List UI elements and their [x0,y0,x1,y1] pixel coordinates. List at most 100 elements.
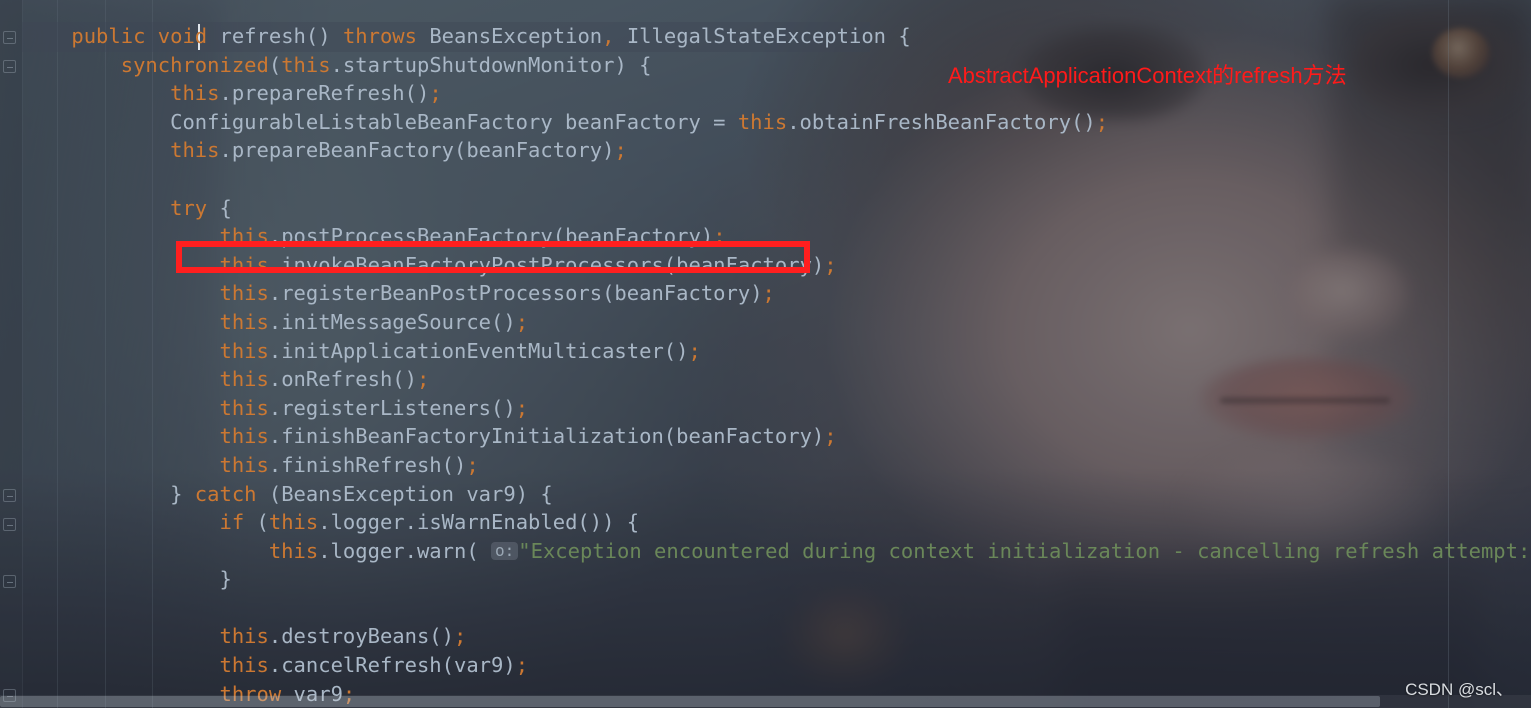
code-line[interactable]: } catch (BeansException var9) { [0,480,1531,509]
annotation-text: AbstractApplicationContext的refresh方法 [948,63,1347,88]
code-token: this [281,52,331,77]
code-line[interactable]: this.cancelRefresh(var9); [0,651,1531,680]
code-token: this [219,452,269,477]
code-token: BeansException [417,24,603,48]
code-token: this [219,309,269,334]
code-token: .registerBeanPostProcessors(beanFactory) [268,281,763,306]
code-token: this [219,624,269,649]
code-line[interactable]: this.initApplicationEventMulticaster(); [0,337,1531,366]
code-token: ; [1095,109,1109,134]
code-line[interactable]: this.postProcessBeanFactory(beanFactory)… [0,222,1531,251]
code-line[interactable]: this.registerBeanPostProcessors(beanFact… [0,279,1531,308]
code-line[interactable] [0,594,1531,623]
code-token: .initMessageSource() [268,309,516,334]
code-token: this [219,281,269,306]
code-token: this [170,138,220,163]
code-token: ; [429,81,442,106]
code-token: ConfigurableListableBeanFactory beanFact… [170,109,738,134]
code-token: .initApplicationEventMulticaster() [268,338,689,363]
code-token: .finishRefresh() [268,452,467,477]
code-token: } [170,481,195,506]
code-token: this [219,338,269,363]
code-token: .prepareRefresh() [219,81,430,106]
code-token: ; [416,367,430,392]
code-token: this [219,252,269,277]
code-token: "Exception encountered during context in… [518,538,1531,563]
code-token: , [602,24,615,48]
code-token: .destroyBeans() [268,624,454,649]
code-token: .postProcessBeanFactory(beanFactory) [268,224,714,249]
code-line[interactable]: this.logger.warn( o: "Exception encounter… [0,537,1531,566]
code-token: .startupShutdownMonitor) { [330,52,652,77]
code-line[interactable]: this.finishBeanFactoryInitialization(bea… [0,422,1531,451]
inlay-parameter-hint: o: [491,541,519,560]
code-token: .onRefresh() [268,367,417,392]
code-line[interactable]: this.finishRefresh(); [0,451,1531,480]
code-token: ; [824,424,837,449]
editor-surface[interactable]: public void refresh() throws BeansExcept… [0,0,1531,708]
code-token: .obtainFreshBeanFactory() [787,109,1096,134]
code-token: } [219,567,232,592]
code-token: ( [268,52,282,77]
code-token: .finishBeanFactoryInitialization(beanFac… [268,424,825,449]
code-token: .cancelRefresh(var9) [268,653,516,678]
code-line[interactable]: public void refresh() throws BeansExcept… [0,22,1531,51]
code-token: .logger.warn( [318,538,492,563]
code-token: ; [515,395,529,420]
horizontal-scrollbar-thumb[interactable] [0,696,1380,707]
code-token: this [219,653,269,678]
code-token: this [268,510,319,535]
code-token: this [219,224,269,249]
code-line[interactable]: this.onRefresh(); [0,365,1531,394]
code-token: IllegalStateException { [614,24,911,48]
code-token: ( [244,510,269,535]
code-token: .prepareBeanFactory(beanFactory) [219,138,615,163]
code-line[interactable]: this.destroyBeans(); [0,622,1531,651]
code-line[interactable]: this.prepareBeanFactory(beanFactory); [0,136,1531,165]
horizontal-scrollbar-track[interactable] [0,695,1531,708]
code-token: ; [515,309,529,334]
code-token: this [219,395,269,420]
code-token: catch [194,481,257,506]
code-token: if [219,510,245,535]
code-text-area[interactable]: public void refresh() throws BeansExcept… [0,22,1531,708]
code-line[interactable]: } [0,565,1531,594]
code-token: try [170,195,208,220]
code-token: .registerListeners() [268,395,516,420]
code-token: void [157,24,208,48]
code-line[interactable]: this.initMessageSource(); [0,308,1531,337]
code-line[interactable]: this.registerListeners(); [0,394,1531,423]
code-line[interactable]: if (this.logger.isWarnEnabled()) { [0,508,1531,537]
code-line[interactable]: try { [0,194,1531,223]
code-token: this [170,81,220,106]
code-line[interactable] [0,165,1531,194]
code-token: () [305,24,343,48]
code-token: ; [762,281,775,306]
code-token: this [268,538,319,563]
code-editor-window: public void refresh() throws BeansExcept… [0,0,1531,708]
code-token: ; [614,138,627,163]
code-token: refresh [219,24,306,48]
code-token: (BeansException var9) { [256,481,553,506]
code-token: throws [342,24,417,48]
code-line[interactable]: ConfigurableListableBeanFactory beanFact… [0,108,1531,137]
code-token: ; [466,452,479,477]
code-token: this [219,367,269,392]
code-line[interactable]: this.invokeBeanFactoryPostProcessors(bea… [0,251,1531,280]
code-token: ; [713,224,726,249]
code-token: public [71,24,146,48]
